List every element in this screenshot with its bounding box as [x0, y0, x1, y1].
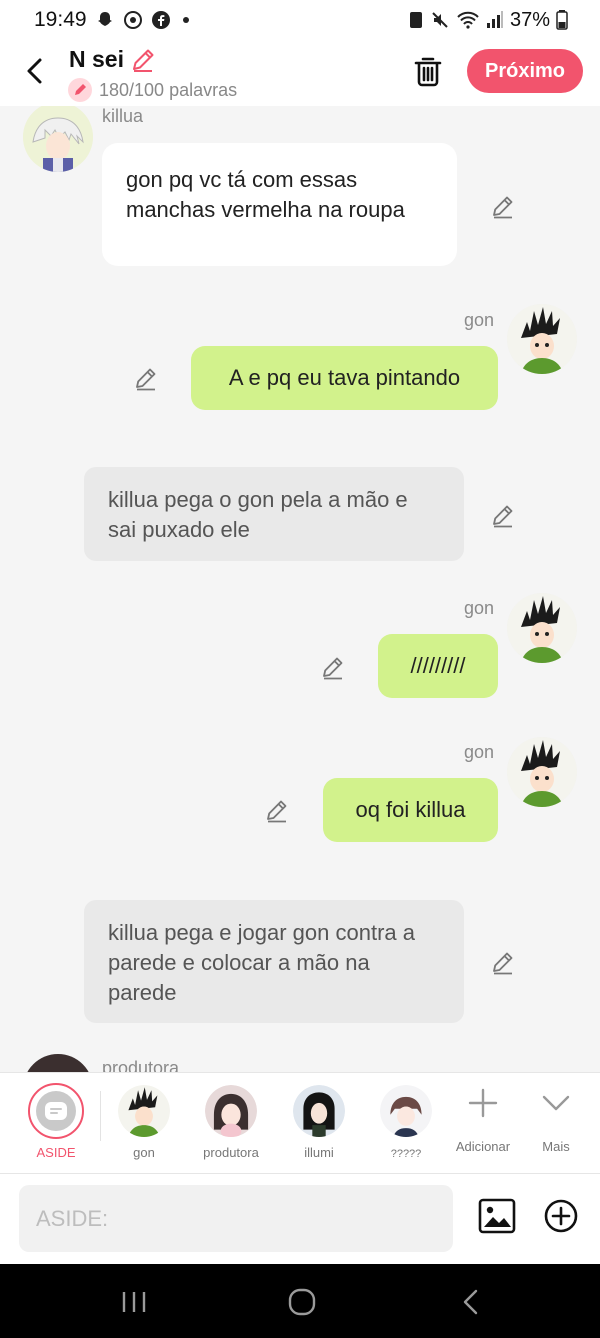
battery-percentage: 37% — [509, 8, 550, 31]
wifi-icon — [457, 11, 479, 29]
message-author: gon — [464, 598, 495, 618]
character-label: gon — [133, 1145, 155, 1160]
message-text: gon pq vc tá com essas manchas vermelha … — [126, 167, 405, 222]
mute-icon — [432, 12, 448, 28]
battery-saver-icon — [409, 12, 422, 28]
avatar-killua[interactable] — [23, 106, 93, 172]
edit-message-icon[interactable] — [264, 797, 290, 823]
chat-area[interactable]: killua gon pq vc tá com essas manchas ve… — [0, 106, 600, 1072]
message-bubble[interactable]: gon pq vc tá com essas manchas vermelha … — [102, 143, 457, 266]
edit-message-icon[interactable] — [490, 949, 516, 975]
story-header: N sei 180/100 palavras Próximo — [0, 40, 600, 106]
aside-bubble[interactable]: killua pega e jogar gon contra a parede … — [84, 900, 464, 1023]
divider — [100, 1091, 101, 1141]
message-bubble[interactable]: oq foi killua — [323, 778, 498, 842]
battery-icon — [556, 10, 568, 30]
avatar-produtora[interactable] — [23, 1054, 93, 1072]
status-bar: 19:49 37% — [0, 0, 600, 40]
character-label: produtora — [203, 1145, 259, 1160]
message-author: gon — [464, 310, 495, 330]
aside-selected-ring — [28, 1083, 84, 1139]
edit-message-icon[interactable] — [490, 502, 516, 528]
message-input[interactable] — [19, 1185, 453, 1252]
back-icon[interactable] — [452, 1286, 492, 1318]
home-icon[interactable] — [282, 1286, 322, 1318]
word-count-text: 180/100 palavras — [99, 79, 238, 100]
message-author: killua — [102, 106, 144, 126]
edit-title-icon[interactable] — [130, 47, 156, 73]
message-text: oq foi killua — [355, 797, 466, 822]
messenger-icon — [123, 11, 142, 29]
chevron-down-icon — [542, 1095, 570, 1111]
character-selector: ASIDE gon produtora illumi ????? Adicion… — [0, 1072, 600, 1174]
more-button[interactable]: Mais — [530, 1087, 582, 1154]
message-text: ///////// — [410, 653, 466, 678]
aside-text: killua pega e jogar gon contra a parede … — [108, 920, 415, 1005]
character-illumi[interactable]: illumi — [288, 1085, 350, 1160]
message-text: A e pq eu tava pintando — [228, 365, 461, 390]
character-avatar — [380, 1085, 432, 1137]
aside-chat-icon — [45, 1102, 67, 1120]
system-navigation-bar — [0, 1264, 600, 1338]
edit-message-icon[interactable] — [133, 365, 159, 391]
pencil-badge-icon — [68, 78, 92, 102]
message-bubble[interactable]: ///////// — [378, 634, 498, 698]
aside-text: killua pega o gon pela a mão e sai puxad… — [108, 487, 408, 542]
avatar-gon[interactable] — [507, 737, 577, 807]
character-avatar — [118, 1085, 170, 1137]
story-title[interactable]: N sei — [69, 46, 156, 73]
message-author: produtora — [102, 1058, 180, 1072]
character-avatar — [205, 1085, 257, 1137]
add-character-button[interactable]: Adicionar — [450, 1087, 516, 1154]
word-count: 180/100 palavras — [68, 78, 237, 102]
snapchat-icon — [97, 12, 112, 26]
character-gon[interactable]: gon — [113, 1085, 175, 1160]
character-label: ????? — [390, 1148, 422, 1160]
avatar-gon[interactable] — [507, 304, 577, 374]
message-bubble[interactable]: A e pq eu tava pintando — [191, 346, 498, 410]
character-label: illumi — [304, 1145, 334, 1160]
plus-icon — [468, 1088, 498, 1118]
edit-message-icon[interactable] — [490, 193, 516, 219]
character-label: ASIDE — [36, 1145, 76, 1160]
recent-apps-icon[interactable] — [114, 1286, 154, 1318]
notification-dot-icon — [182, 17, 189, 23]
edit-message-icon[interactable] — [320, 654, 346, 680]
composer — [0, 1174, 600, 1264]
message-author: gon — [464, 742, 495, 762]
signal-icon — [486, 11, 503, 28]
image-icon[interactable] — [477, 1196, 517, 1236]
back-chevron-icon[interactable] — [20, 54, 50, 88]
character-unknown[interactable]: ????? — [375, 1085, 437, 1160]
avatar-gon[interactable] — [507, 593, 577, 663]
status-time: 19:49 — [34, 8, 87, 31]
add-circle-icon[interactable] — [543, 1198, 579, 1234]
character-aside[interactable]: ASIDE — [25, 1083, 87, 1160]
facebook-icon — [151, 11, 170, 29]
add-label: Adicionar — [455, 1139, 511, 1154]
character-produtora[interactable]: produtora — [195, 1085, 267, 1160]
more-label: Mais — [542, 1139, 570, 1154]
title-text: N sei — [69, 46, 124, 72]
character-avatar — [293, 1085, 345, 1137]
trash-icon[interactable] — [412, 54, 444, 88]
aside-bubble[interactable]: killua pega o gon pela a mão e sai puxad… — [84, 467, 464, 561]
next-button[interactable]: Próximo — [467, 49, 583, 93]
